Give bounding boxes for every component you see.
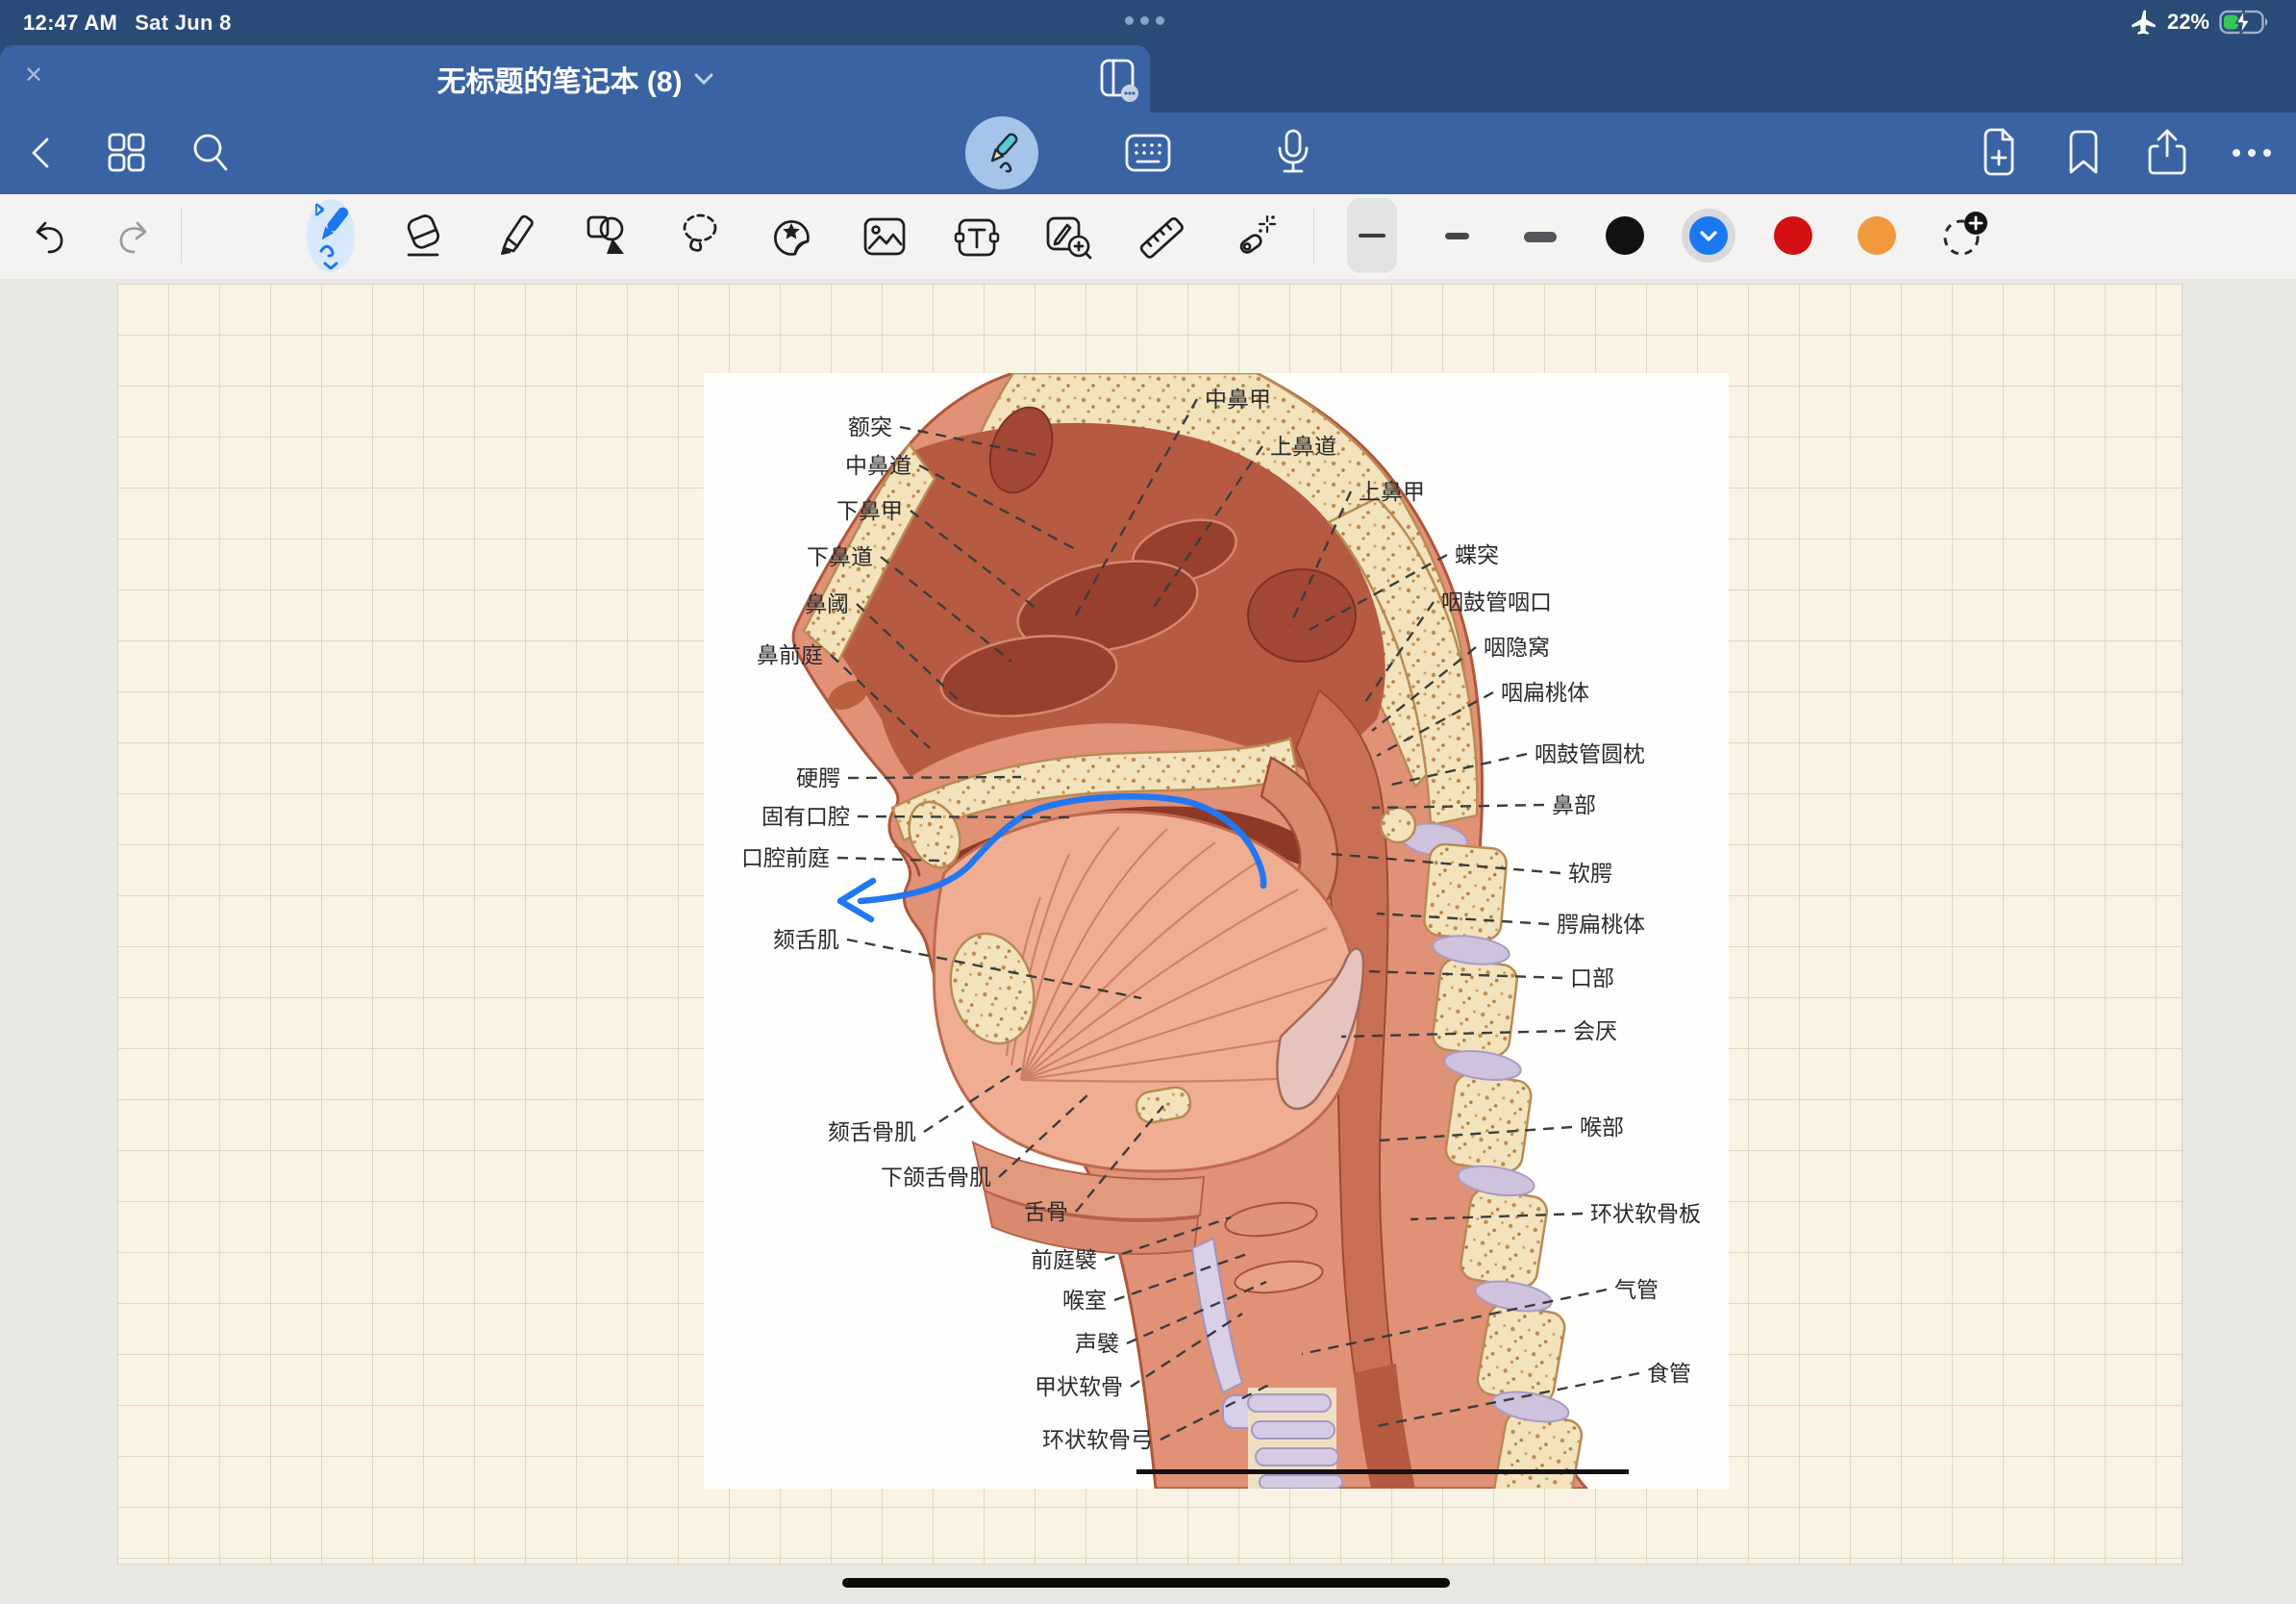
anatomy-label: 咽隐窝 [1484,636,1550,661]
color-black-swatch[interactable] [1604,214,1646,257]
status-time: 12:47 AM [23,11,117,36]
back-icon[interactable] [22,132,61,174]
anatomy-label: 软腭 [1568,862,1612,887]
anatomy-label: 中鼻甲 [1205,388,1271,413]
lasso-icon[interactable] [676,211,724,261]
eraser-icon[interactable] [400,212,446,260]
anatomy-label: 固有口腔 [761,805,850,830]
anatomy-label: 下颌舌骨肌 [881,1165,991,1190]
divider [181,208,182,263]
anatomy-label: 咽扁桃体 [1501,681,1589,706]
anatomy-label: 下鼻道 [807,545,873,570]
add-custom-color-button[interactable] [1936,209,1990,263]
anatomy-label: 咽鼓管圆枕 [1535,742,1645,767]
divider [1313,208,1314,263]
thickness-thick-button[interactable] [1524,232,1557,242]
more-icon[interactable] [2229,143,2275,163]
anatomy-label: 颏舌骨肌 [828,1120,916,1145]
search-icon[interactable] [187,130,234,176]
anatomy-figure[interactable]: 额突中鼻道下鼻甲下鼻道鼻阈鼻前庭硬腭固有口腔口腔前庭颏舌肌颏舌骨肌下颌舌骨肌舌骨… [704,373,1729,1489]
image-icon[interactable] [861,215,909,260]
anatomy-label: 口部 [1570,966,1614,991]
status-bar: 12:47 AM Sat Jun 8 22% [0,0,2296,45]
notebook-title[interactable]: 无标题的笔记本 (8) [437,58,683,100]
text-icon[interactable] [953,215,1001,260]
anatomy-label: 会厌 [1573,1019,1617,1044]
anatomy-label: 口腔前庭 [741,846,830,871]
anatomy-label: 气管 [1614,1278,1659,1303]
chevron-down-icon [694,73,713,86]
color-red-swatch[interactable] [1772,214,1814,257]
anatomy-label: 中鼻道 [845,454,911,479]
sagittal-head-neck-illustration: 额突中鼻道下鼻甲下鼻道鼻阈鼻前庭硬腭固有口腔口腔前庭颏舌肌颏舌骨肌下颌舌骨肌舌骨… [704,373,1729,1489]
anatomy-label: 食管 [1647,1362,1691,1387]
anatomy-label: 甲状软骨 [1035,1375,1123,1400]
pen-options-chevron-icon [325,263,337,268]
add-page-icon[interactable] [1976,128,2022,178]
keyboard-icon[interactable] [1122,131,1174,175]
anatomy-label: 上鼻道 [1270,435,1336,460]
multitask-dots[interactable] [1125,16,1164,25]
redo-icon[interactable] [110,214,154,257]
status-date: Sat Jun 8 [135,11,232,36]
note-canvas[interactable]: 额突中鼻道下鼻甲下鼻道鼻阈鼻前庭硬腭固有口腔口腔前庭颏舌肌颏舌骨肌下颌舌骨肌舌骨… [0,279,2296,1604]
battery-percent: 22% [2167,10,2209,35]
microphone-icon[interactable] [1272,127,1314,179]
anatomy-label: 喉部 [1580,1115,1624,1140]
anatomy-label: 声襞 [1075,1332,1119,1357]
anatomy-label: 硬腭 [796,766,840,791]
thickness-thin-button[interactable] [1359,234,1385,238]
undo-icon[interactable] [29,214,73,257]
pen-tool-icon[interactable] [304,196,358,271]
notebook-page[interactable]: 额突中鼻道下鼻甲下鼻道鼻阈鼻前庭硬腭固有口腔口腔前庭颏舌肌颏舌骨肌下颌舌骨肌舌骨… [117,284,2183,1565]
tab-title-row[interactable]: 无标题的笔记本 (8) [0,45,1150,113]
ruler-icon[interactable] [1136,213,1186,263]
split-view-icon[interactable] [1093,54,1143,104]
anatomy-label: 颏舌肌 [773,928,839,953]
anatomy-label: 上鼻甲 [1359,480,1425,505]
anatomy-label: 舌骨 [1024,1200,1068,1225]
anatomy-label: 蝶突 [1455,543,1499,568]
color-orange-swatch[interactable] [1856,214,1898,257]
anatomy-label: 鼻阈 [805,592,849,617]
color-blue-swatch-selected[interactable] [1681,208,1736,263]
anatomy-label: 咽鼓管咽口 [1441,590,1552,615]
anatomy-label: 前庭襞 [1031,1248,1097,1273]
thickness-medium-button[interactable] [1445,233,1469,239]
laser-pointer-icon[interactable] [1229,213,1279,263]
elements-icon[interactable] [1044,213,1094,262]
anatomy-label: 鼻前庭 [757,643,823,668]
highlighter-icon[interactable] [492,212,538,260]
airplane-icon [2131,10,2158,35]
stickers-icon[interactable] [768,213,816,262]
anatomy-label: 环状软骨弓 [1042,1428,1153,1453]
pen-mode-icon [976,127,1028,179]
anatomy-label: 腭扁桃体 [1557,913,1645,938]
home-indicator[interactable] [842,1578,1450,1588]
anatomy-label: 下鼻甲 [836,499,903,524]
anatomy-label: 喉室 [1062,1289,1107,1314]
shapes-icon[interactable] [584,212,632,260]
anatomy-label: 环状软骨板 [1590,1202,1701,1227]
battery-charging-icon [2219,9,2271,36]
anatomy-label: 鼻部 [1552,793,1596,818]
share-icon[interactable] [2144,127,2190,179]
bookmark-icon[interactable] [2063,128,2104,178]
page-grid-icon[interactable] [103,130,149,176]
anatomy-label: 额突 [848,415,892,440]
